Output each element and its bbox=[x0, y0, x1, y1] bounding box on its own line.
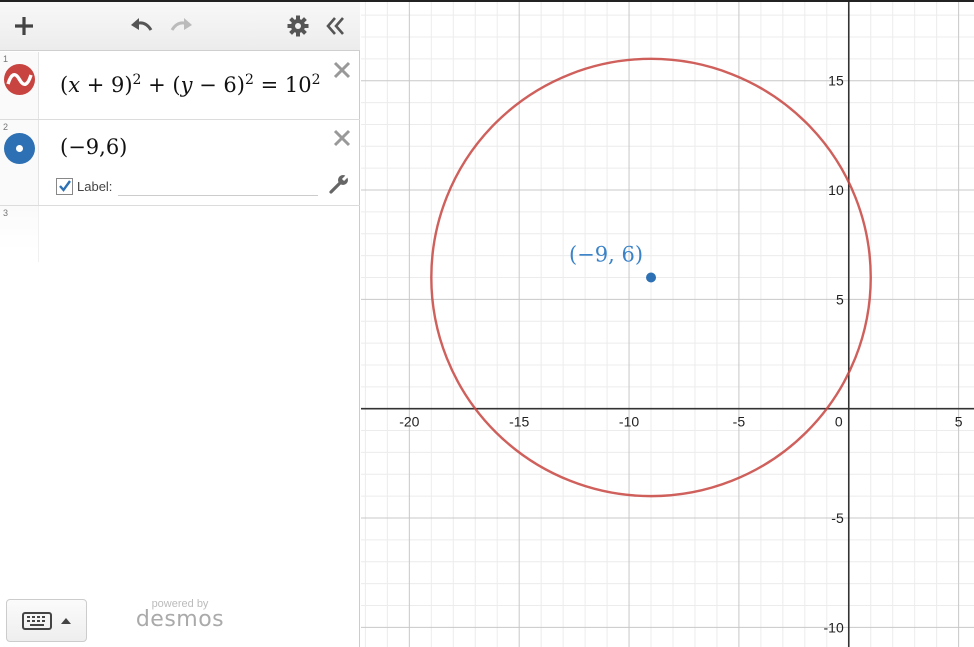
y-tick-label: 10 bbox=[828, 182, 844, 198]
redo-icon[interactable] bbox=[166, 11, 196, 41]
expression-number: 2 bbox=[3, 122, 9, 132]
expression-gutter: 3 bbox=[0, 206, 39, 262]
x-tick-label: 0 bbox=[835, 414, 843, 430]
expression-row-2[interactable]: 2 (−9,6) Label: bbox=[0, 120, 360, 206]
point-color-icon[interactable] bbox=[4, 133, 35, 164]
wrench-icon[interactable] bbox=[328, 173, 350, 195]
expression-math-2[interactable]: (−9,6) bbox=[60, 135, 127, 159]
expression-toolbar bbox=[0, 2, 360, 51]
delete-expression-icon[interactable] bbox=[330, 58, 354, 82]
caret-up-icon bbox=[60, 617, 71, 624]
expression-panel: 1 (x + 9)2 + (y − 6)2 = 102 2 (−9,6) Lab… bbox=[0, 0, 360, 647]
function-color-icon[interactable] bbox=[4, 64, 35, 95]
powered-by-desmos[interactable]: powered by desmos bbox=[130, 598, 230, 632]
expression-number: 1 bbox=[3, 54, 9, 64]
graph-paper[interactable]: -20 -15 -10 -5 0 5 15 10 5 -5 -10 (−9, 6) bbox=[361, 2, 974, 647]
x-tick-label: 5 bbox=[955, 414, 963, 430]
x-tick-label: -15 bbox=[509, 414, 529, 430]
y-tick-label: 5 bbox=[836, 291, 844, 307]
x-tick-label: -5 bbox=[733, 414, 746, 430]
x-tick-label: -20 bbox=[399, 414, 419, 430]
desmos-logo: desmos bbox=[135, 607, 225, 632]
x-tick-label: -10 bbox=[619, 414, 639, 430]
expression-number: 3 bbox=[3, 208, 9, 218]
y-tick-label: -10 bbox=[824, 619, 844, 635]
keyboard-icon bbox=[21, 611, 52, 630]
tick-labels: -20 -15 -10 -5 0 5 15 10 5 -5 -10 bbox=[399, 73, 963, 636]
point-label: (−9, 6) bbox=[569, 242, 643, 266]
expression-list: 1 (x + 9)2 + (y − 6)2 = 102 2 (−9,6) Lab… bbox=[0, 52, 360, 262]
expression-row-3[interactable]: 3 bbox=[0, 206, 360, 262]
delete-expression-icon[interactable] bbox=[330, 126, 354, 150]
point-marker bbox=[646, 272, 657, 283]
minor-gridlines bbox=[361, 2, 974, 647]
graph-canvas[interactable]: -20 -15 -10 -5 0 5 15 10 5 -5 -10 (−9, 6) bbox=[361, 2, 974, 647]
label-row: Label: bbox=[56, 176, 319, 196]
expression-gutter: 2 bbox=[0, 120, 39, 205]
label-checkbox-text: Label: bbox=[77, 178, 113, 194]
y-tick-label: 15 bbox=[828, 73, 844, 89]
label-input[interactable] bbox=[118, 176, 319, 196]
undo-icon[interactable] bbox=[127, 11, 157, 41]
double-chevron-left-icon[interactable] bbox=[321, 11, 351, 41]
expression-math-1[interactable]: (x + 9)2 + (y − 6)2 = 102 bbox=[60, 72, 321, 97]
y-tick-label: -5 bbox=[831, 510, 844, 526]
label-checkbox[interactable] bbox=[56, 177, 73, 195]
gear-icon[interactable] bbox=[283, 11, 313, 41]
expression-row-1[interactable]: 1 (x + 9)2 + (y − 6)2 = 102 bbox=[0, 52, 360, 120]
plus-icon[interactable] bbox=[9, 11, 39, 41]
keyboard-toggle-button[interactable] bbox=[6, 599, 87, 642]
top-border bbox=[0, 0, 974, 2]
expression-gutter: 1 bbox=[0, 52, 39, 119]
